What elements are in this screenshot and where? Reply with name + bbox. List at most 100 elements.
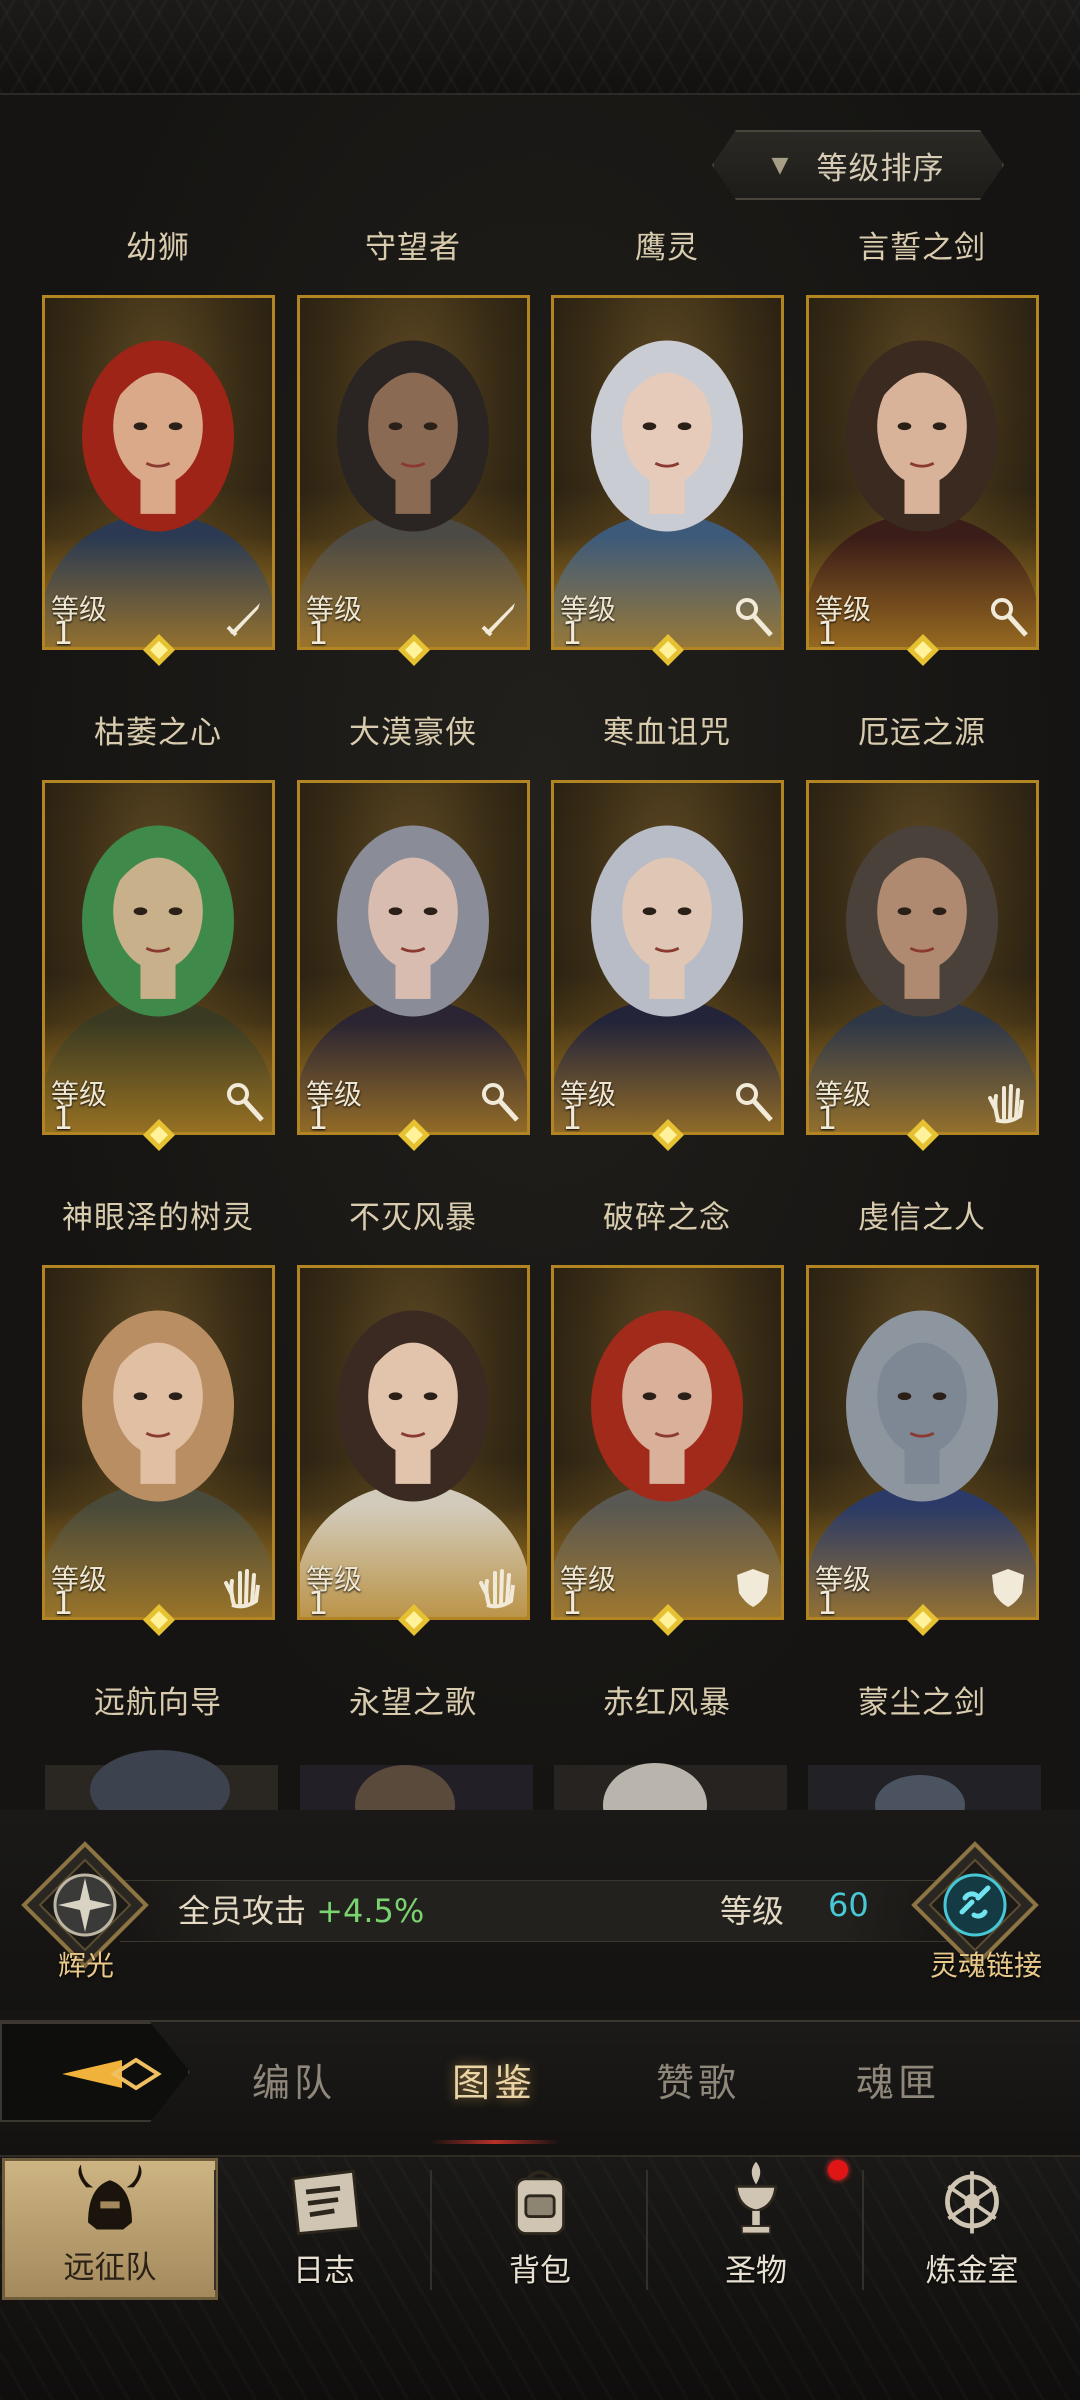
tab-0[interactable]: 编队 [252,2052,336,2107]
team-attack-bonus: 全员攻击 +4.5% [178,1886,424,1932]
nav-separator [646,2170,648,2290]
hero-name: 寒血诅咒 [603,715,731,751]
palm-icon [988,1084,1024,1124]
card-gem-icon [142,1603,176,1637]
card-gem-icon [397,1603,431,1637]
hero-name: 破碎之念 [603,1200,731,1236]
nav-item-4[interactable]: 炼金室 [864,2158,1080,2300]
nav-label: 背包 [509,2253,571,2289]
radiance-label: 辉光 [58,1949,115,1982]
palm-icon [224,1569,260,1609]
active-tab-indicator [430,2140,560,2144]
next-row-partial [0,1745,1080,1810]
tab-1[interactable]: 图鉴 [452,2052,536,2107]
hero-name: 鹰灵 [635,230,699,266]
hero-card[interactable]: 等级 1 [551,295,784,650]
level-value: 1 [562,1099,583,1135]
level-value: 1 [562,1584,583,1620]
scroll-icon [291,2169,361,2236]
card-gem-icon [397,633,431,667]
hero-name: 蒙尘之剑 [858,1685,986,1721]
hero-card[interactable]: 等级 1 [42,780,275,1135]
nav-separator [430,2170,432,2290]
level-value: 1 [562,614,583,650]
card-gem-icon [397,1118,431,1152]
sword-icon [226,603,260,637]
hero-card[interactable]: 等级 1 [297,1265,530,1620]
tab-2[interactable]: 赞歌 [656,2052,740,2107]
hero-name: 赤红风暴 [603,1685,731,1721]
sort-by-level-button[interactable]: ▼ 等级排序 [712,130,1004,200]
hero-card[interactable]: 等级 1 [42,295,275,650]
hero-card[interactable]: 等级 1 [806,1265,1039,1620]
card-gem-icon [906,1118,940,1152]
nav-label: 炼金室 [925,2253,1019,2289]
tab-3[interactable]: 魂匣 [856,2052,940,2107]
palm-icon [479,1569,515,1609]
back-button[interactable] [0,2022,190,2122]
partial-portraits [45,1750,1041,1810]
dropdown-triangle-icon: ▼ [771,152,789,178]
staff-icon [736,1083,773,1122]
level-value: 1 [53,1099,74,1135]
nav-label: 日志 [293,2253,355,2289]
card-gem-icon [906,1603,940,1637]
hero-name: 厄运之源 [858,715,986,751]
nav-item-1[interactable]: 日志 [216,2158,432,2300]
nav-separator [862,2170,864,2290]
sort-button-label: 等级排序 [816,150,945,187]
notification-dot [828,2160,848,2180]
soul-link-label: 灵魂链接 [930,1949,1043,1982]
nav-label: 圣物 [725,2253,787,2289]
level-value: 1 [308,1099,329,1135]
soul-link-level-label: 等级 [720,1892,785,1930]
stat-value: +4.5% [316,1892,425,1930]
nav-label: 远征队 [63,2250,157,2286]
chalice-icon [734,2161,778,2235]
staff-icon [482,1083,519,1122]
hero-name: 永望之歌 [349,1685,477,1721]
hero-name: 远航向导 [94,1685,222,1721]
hero-card[interactable]: 等级 1 [42,1265,275,1620]
nav-item-3[interactable]: 圣物 [648,2158,864,2300]
hero-card[interactable]: 等级 1 [297,295,530,650]
hero-name: 虔信之人 [858,1200,986,1236]
staff-icon [227,1083,264,1122]
hero-name: 不灭风暴 [349,1200,477,1236]
shield-icon [737,1569,769,1607]
card-gem-icon [651,633,685,667]
hero-name: 神眼泽的树灵 [62,1200,254,1236]
nav-separator [214,2170,216,2290]
hero-card[interactable]: 等级 1 [806,295,1039,650]
hero-name: 枯萎之心 [94,715,222,751]
hero-name: 大漠豪侠 [349,715,477,751]
hero-name: 守望者 [365,230,461,266]
level-value: 1 [53,1584,74,1620]
card-gem-icon [651,1118,685,1152]
level-value: 1 [817,614,838,650]
top-decorative-band [0,0,1080,95]
card-gem-icon [906,633,940,667]
hero-card[interactable]: 等级 1 [551,780,784,1135]
level-value: 1 [817,1584,838,1620]
hero-card[interactable]: 等级 1 [297,780,530,1135]
level-value: 1 [817,1099,838,1135]
nav-item-0[interactable]: 远征队 [2,2158,218,2300]
hero-card[interactable]: 等级 1 [551,1265,784,1620]
level-value: 1 [53,614,74,650]
helmet-icon [78,2164,142,2230]
backpack-icon [514,2170,566,2235]
stat-label: 全员攻击 [178,1892,307,1930]
card-gem-icon [142,1118,176,1152]
card-gem-icon [142,633,176,667]
nav-item-2[interactable]: 背包 [432,2158,648,2300]
alchemy-icon [945,2171,999,2234]
staff-icon [991,598,1028,637]
card-gem-icon [651,1603,685,1637]
sword-icon [481,603,515,637]
hero-card[interactable]: 等级 1 [806,780,1039,1135]
staff-icon [736,598,773,637]
shield-icon [992,1569,1024,1607]
soul-link-level-value: 60 [828,1886,869,1924]
level-value: 1 [308,614,329,650]
